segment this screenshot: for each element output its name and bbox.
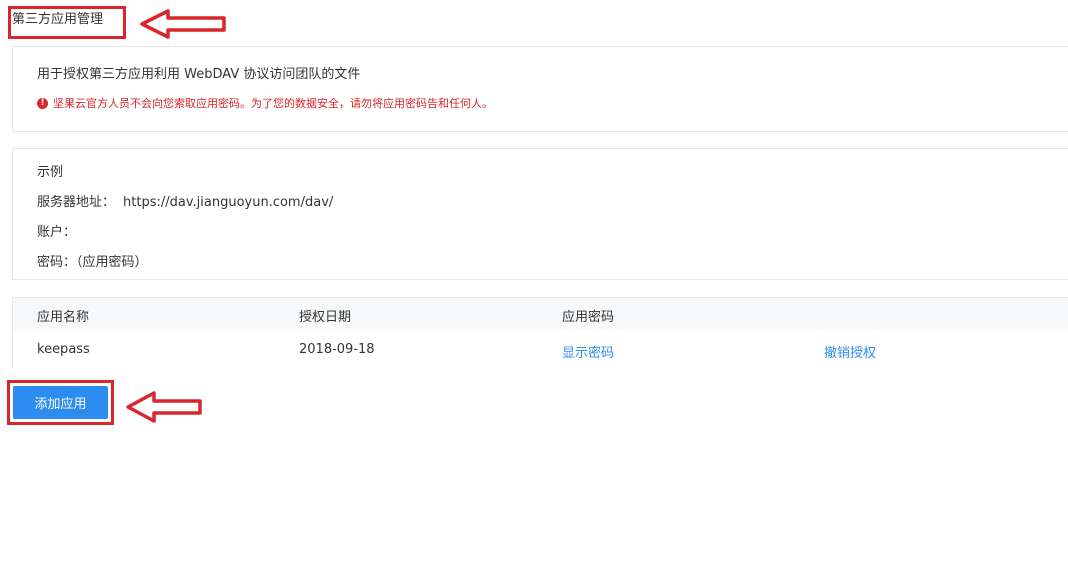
warning-message: ! 坚果云官方人员不会向您索取应用密码。为了您的数据安全，请勿将应用密码告和任何… — [37, 95, 493, 111]
warning-text: 坚果云官方人员不会向您索取应用密码。为了您的数据安全，请勿将应用密码告和任何人。 — [53, 97, 493, 110]
header-auth-date: 授权日期 — [299, 310, 352, 325]
annotation-arrow-left-icon — [126, 391, 202, 423]
header-app-name: 应用名称 — [37, 310, 90, 325]
warning-icon: ! — [37, 97, 48, 109]
example-password-label: 密码：（应用密码） — [37, 255, 148, 270]
example-card: 示例 服务器地址： https://dav.jianguoyun.com/dav/… — [12, 148, 1068, 280]
example-server: 服务器地址： https://dav.jianguoyun.com/dav/ — [37, 191, 333, 210]
add-app-button[interactable]: 添加应用 — [13, 386, 108, 419]
annotation-arrow-left-icon — [140, 9, 226, 39]
server-value: https://dav.jianguoyun.com/dav/ — [123, 195, 334, 210]
page-title: 第三方应用管理 — [12, 12, 104, 27]
revoke-auth-link[interactable]: 撤销授权 — [824, 342, 876, 361]
row-auth-date: 2018-09-18 — [299, 342, 375, 357]
apps-table: 应用名称 授权日期 应用密码 keepass 2018-09-18 显示密码 撤… — [12, 297, 1068, 369]
info-card: 用于授权第三方应用利用 WebDAV 协议访问团队的文件 ! 坚果云官方人员不会… — [12, 46, 1068, 132]
table-row: keepass 2018-09-18 显示密码 撤销授权 — [13, 331, 1068, 369]
example-title: 示例 — [37, 165, 64, 180]
info-description: 用于授权第三方应用利用 WebDAV 协议访问团队的文件 — [37, 67, 361, 82]
page: 第三方应用管理 用于授权第三方应用利用 WebDAV 协议访问团队的文件 ! 坚… — [0, 0, 1068, 565]
server-label: 服务器地址： — [37, 195, 116, 210]
row-app-name: keepass — [37, 342, 90, 357]
table-header: 应用名称 授权日期 应用密码 — [13, 298, 1068, 331]
example-account-label: 账户： — [37, 225, 77, 240]
show-password-link[interactable]: 显示密码 — [562, 342, 614, 361]
header-app-password: 应用密码 — [562, 310, 615, 325]
